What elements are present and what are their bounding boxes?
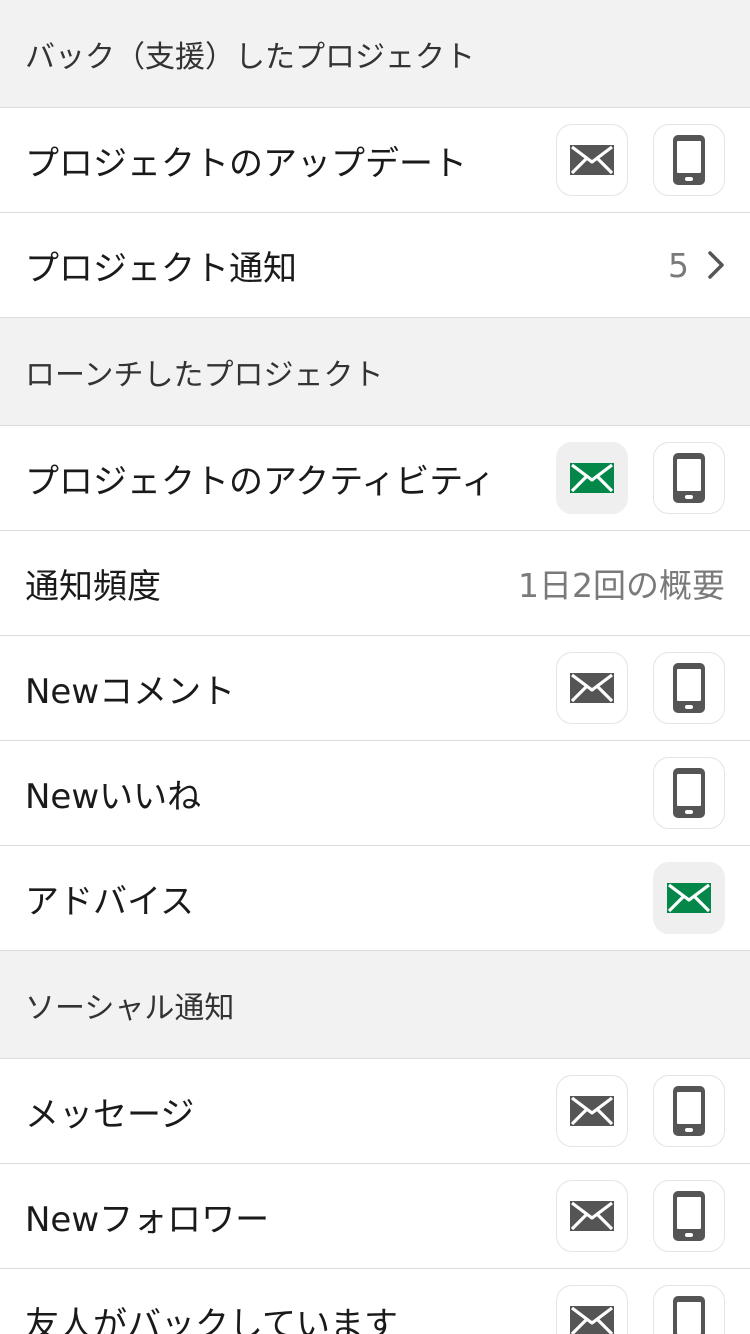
row-project-notifications[interactable]: プロジェクト通知 5	[0, 213, 750, 318]
row-project-activity: プロジェクトのアクティビティ	[0, 426, 750, 531]
row-messages: メッセージ	[0, 1059, 750, 1164]
push-toggle[interactable]	[653, 442, 725, 514]
email-toggle[interactable]	[556, 442, 628, 514]
row-new-comments: Newコメント	[0, 636, 750, 741]
row-label: 通知頻度	[25, 566, 161, 607]
phone-icon	[673, 453, 705, 503]
email-toggle[interactable]	[556, 1285, 628, 1334]
row-label: プロジェクト通知	[25, 248, 297, 289]
toggle-group	[653, 862, 725, 934]
section-header-backed-projects: バック（支援）したプロジェクト	[0, 0, 750, 108]
toggle-group	[556, 124, 725, 196]
envelope-icon	[570, 1306, 614, 1334]
row-label: Newコメント	[25, 671, 236, 712]
toggle-group	[556, 1180, 725, 1252]
row-label: 友人がバックしています	[25, 1304, 398, 1334]
envelope-icon	[570, 463, 614, 493]
row-new-likes: Newいいね	[0, 741, 750, 846]
phone-icon	[673, 1296, 705, 1334]
row-label: プロジェクトのアップデート	[25, 143, 467, 184]
envelope-icon	[667, 883, 711, 913]
envelope-icon	[570, 1201, 614, 1231]
toggle-group	[556, 1075, 725, 1147]
section-header-launched-projects: ローンチしたプロジェクト	[0, 318, 750, 426]
row-project-updates: プロジェクトのアップデート	[0, 108, 750, 213]
section-title: ローンチしたプロジェクト	[25, 357, 384, 393]
push-toggle[interactable]	[653, 757, 725, 829]
push-toggle[interactable]	[653, 124, 725, 196]
row-label: プロジェクトのアクティビティ	[25, 461, 496, 502]
phone-icon	[673, 663, 705, 713]
phone-icon	[673, 1086, 705, 1136]
phone-icon	[673, 135, 705, 185]
row-label: Newフォロワー	[25, 1199, 270, 1240]
phone-icon	[673, 768, 705, 818]
row-label: メッセージ	[25, 1094, 195, 1135]
email-toggle[interactable]	[556, 1180, 628, 1252]
envelope-icon	[570, 673, 614, 703]
push-toggle[interactable]	[653, 1075, 725, 1147]
row-new-followers: Newフォロワー	[0, 1164, 750, 1269]
email-toggle[interactable]	[556, 652, 628, 724]
row-advice: アドバイス	[0, 846, 750, 951]
envelope-icon	[570, 145, 614, 175]
push-toggle[interactable]	[653, 1285, 725, 1334]
toggle-group	[556, 1285, 725, 1334]
notification-settings-screen: バック（支援）したプロジェクト プロジェクトのアップデート プロジェクト通知 5…	[0, 0, 750, 1334]
push-toggle[interactable]	[653, 1180, 725, 1252]
toggle-group	[556, 442, 725, 514]
section-title: バック（支援）したプロジェクト	[25, 39, 475, 75]
row-label: Newいいね	[25, 776, 202, 817]
toggle-group	[653, 757, 725, 829]
row-friends-backing: 友人がバックしています	[0, 1269, 750, 1334]
envelope-icon	[570, 1096, 614, 1126]
phone-icon	[673, 1191, 705, 1241]
email-toggle[interactable]	[556, 1075, 628, 1147]
email-toggle[interactable]	[653, 862, 725, 934]
row-label: アドバイス	[25, 881, 194, 922]
row-notification-frequency[interactable]: 通知頻度 1日2回の概要	[0, 531, 750, 636]
section-header-social: ソーシャル通知	[0, 951, 750, 1059]
toggle-group	[556, 652, 725, 724]
section-title: ソーシャル通知	[25, 990, 235, 1026]
notification-count-link[interactable]: 5	[668, 246, 725, 285]
notification-count: 5	[668, 245, 689, 285]
email-toggle[interactable]	[556, 124, 628, 196]
chevron-right-icon	[707, 250, 725, 280]
push-toggle[interactable]	[653, 652, 725, 724]
frequency-value: 1日2回の概要	[518, 566, 725, 605]
